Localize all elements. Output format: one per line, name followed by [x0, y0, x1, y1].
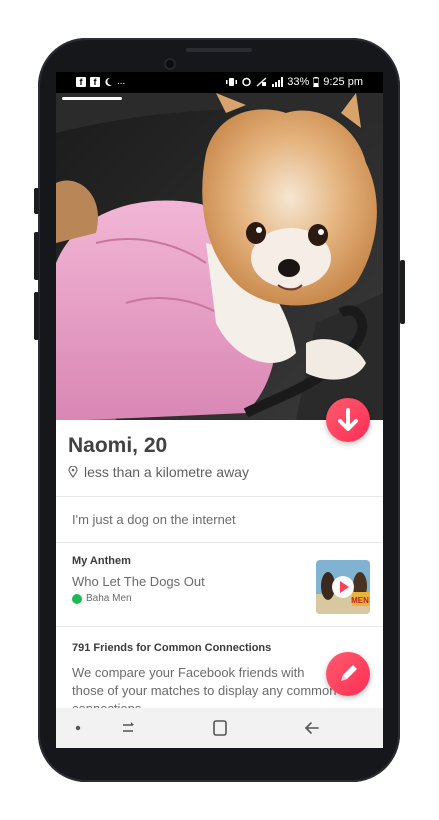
friends-heading: 791 Friends for Common Connections [72, 642, 272, 654]
hd-call-icon [256, 77, 267, 87]
album-text: MEN [351, 596, 369, 605]
collapse-profile-button[interactable] [326, 398, 370, 442]
friends-text-line: those of your matches to display any com… [72, 683, 337, 698]
front-camera [166, 60, 174, 68]
profile-name-age: Naomi, 20 [68, 434, 168, 457]
moon-icon [105, 77, 112, 86]
profile-distance: less than a kilometre away [84, 464, 249, 480]
status-right: 33% 9:25 pm [226, 76, 363, 88]
divider [56, 542, 383, 543]
status-bar: f f ... 33% 9:25 pm [56, 72, 383, 93]
side-button [34, 188, 39, 214]
profile-photo[interactable] [56, 93, 383, 420]
facebook-icon: f [76, 76, 86, 87]
pencil-icon [341, 665, 357, 681]
android-nav-bar [56, 708, 383, 748]
vibrate-icon [226, 78, 238, 86]
screen: f f ... 33% 9:25 pm Naomi, 20 less than … [56, 72, 383, 748]
battery-percent: 33% [287, 76, 310, 88]
recents-icon[interactable] [116, 718, 140, 738]
back-icon[interactable] [300, 718, 324, 738]
power-button [400, 260, 405, 324]
anthem-song-title: Who Let The Dogs Out [72, 574, 205, 589]
photo-progress-bar [62, 97, 122, 100]
anthem-artist-row: Baha Men [72, 593, 132, 604]
anthem-heading: My Anthem [72, 555, 131, 567]
friends-text-line: We compare your Facebook friends with [72, 665, 305, 680]
location-pin-icon [68, 466, 78, 478]
anthem-album-cover[interactable]: MEN [316, 560, 370, 614]
divider [56, 496, 383, 497]
dog-photo-image [56, 93, 383, 420]
album-art-image: MEN [316, 560, 370, 614]
profile-bio: I'm just a dog on the internet [72, 512, 236, 527]
spotify-icon [72, 593, 82, 604]
status-overflow: ... [117, 76, 126, 87]
volume-down-button [34, 292, 39, 340]
facebook-icon: f [90, 76, 100, 87]
battery-icon [313, 77, 320, 87]
speaker-grille [186, 48, 252, 52]
signal-icon [272, 77, 284, 87]
home-icon[interactable] [208, 718, 232, 738]
edit-button[interactable] [326, 652, 370, 696]
status-left: f f ... [76, 76, 125, 87]
arrow-down-icon [338, 408, 358, 431]
anthem-artist: Baha Men [86, 593, 132, 604]
dot-icon[interactable] [66, 718, 90, 738]
divider [56, 626, 383, 627]
profile-distance-row: less than a kilometre away [68, 464, 249, 480]
sync-icon [242, 77, 251, 87]
volume-up-button [34, 232, 39, 280]
status-time: 9:25 pm [323, 76, 363, 88]
